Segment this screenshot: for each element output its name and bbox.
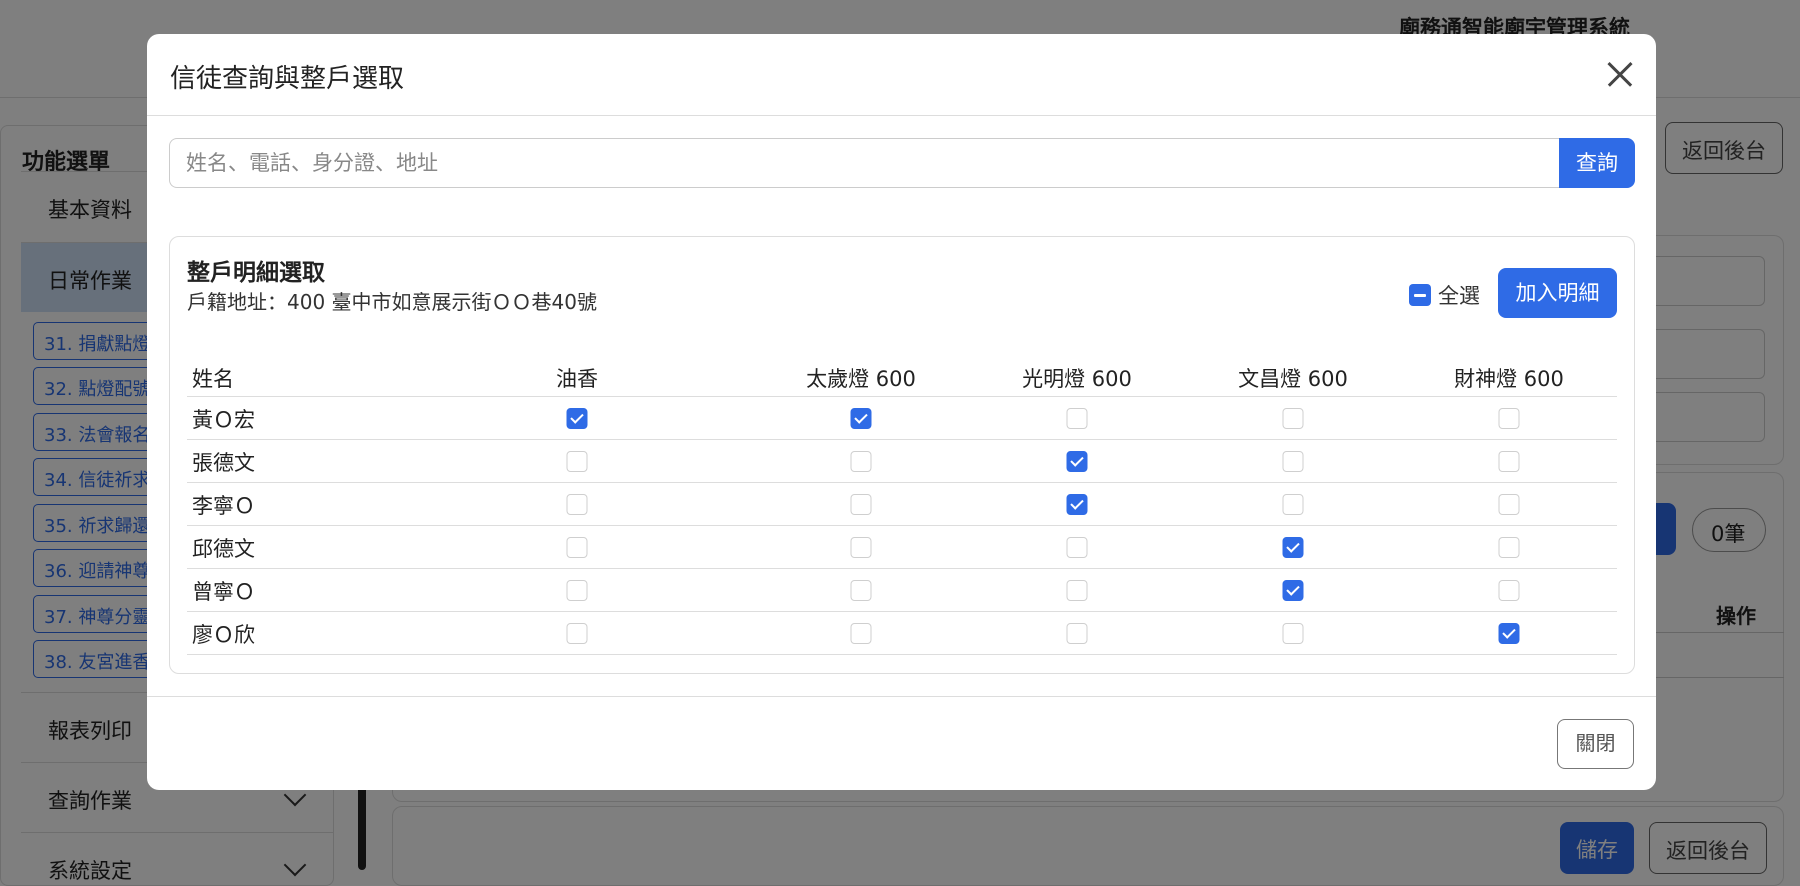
item-checkbox[interactable] bbox=[1282, 580, 1304, 601]
item-checkbox[interactable] bbox=[1066, 408, 1088, 429]
item-checkbox[interactable] bbox=[850, 537, 872, 558]
item-checkbox[interactable] bbox=[1498, 408, 1520, 429]
table-row: 曾寧Ｏ bbox=[187, 569, 1617, 612]
add-details-button[interactable]: 加入明細 bbox=[1498, 268, 1617, 318]
household-card: 整戶明細選取 戶籍地址：400 臺中市如意展示街ＯＯ巷40號 全選 加入明細 姓… bbox=[169, 236, 1635, 674]
item-checkbox[interactable] bbox=[850, 580, 872, 601]
household-address: 戶籍地址：400 臺中市如意展示街ＯＯ巷40號 bbox=[187, 290, 597, 314]
item-checkbox[interactable] bbox=[566, 408, 588, 429]
member-name: 黃Ｏ宏 bbox=[192, 408, 255, 432]
column-header-wenchang-lamp: 文昌燈 600 bbox=[1238, 367, 1348, 391]
item-checkbox[interactable] bbox=[1066, 451, 1088, 472]
modal-title: 信徒查詢與整戶選取 bbox=[170, 64, 405, 94]
indeterminate-checkbox-icon bbox=[1409, 284, 1431, 306]
item-checkbox[interactable] bbox=[850, 494, 872, 515]
column-header-guangming-lamp: 光明燈 600 bbox=[1022, 367, 1132, 391]
item-checkbox[interactable] bbox=[1282, 451, 1304, 472]
close-icon[interactable] bbox=[1600, 54, 1640, 94]
household-title: 整戶明細選取 bbox=[187, 260, 325, 286]
item-checkbox[interactable] bbox=[1282, 537, 1304, 558]
item-checkbox[interactable] bbox=[1066, 537, 1088, 558]
item-checkbox[interactable] bbox=[1282, 623, 1304, 644]
column-header-incense: 油香 bbox=[556, 367, 598, 391]
table-row: 黃Ｏ宏 bbox=[187, 397, 1617, 440]
item-checkbox[interactable] bbox=[850, 408, 872, 429]
modal-footer: 關閉 bbox=[147, 696, 1656, 790]
item-checkbox[interactable] bbox=[566, 580, 588, 601]
search-button[interactable]: 查詢 bbox=[1559, 138, 1635, 188]
item-checkbox[interactable] bbox=[1498, 623, 1520, 644]
item-checkbox[interactable] bbox=[566, 494, 588, 515]
table-row: 邱德文 bbox=[187, 526, 1617, 569]
item-checkbox[interactable] bbox=[1282, 408, 1304, 429]
column-header-caishen-lamp: 財神燈 600 bbox=[1454, 367, 1564, 391]
item-checkbox[interactable] bbox=[566, 623, 588, 644]
table-body: 黃Ｏ宏張德文李寧Ｏ 邱德文曾寧Ｏ 廖Ｏ欣 bbox=[187, 397, 1617, 655]
item-checkbox[interactable] bbox=[1066, 623, 1088, 644]
member-name: 廖Ｏ欣 bbox=[192, 623, 255, 647]
table-row: 張德文 bbox=[187, 440, 1617, 483]
search-input[interactable] bbox=[169, 138, 1560, 188]
item-checkbox[interactable] bbox=[1066, 580, 1088, 601]
item-checkbox[interactable] bbox=[1282, 494, 1304, 515]
modal-header: 信徒查詢與整戶選取 bbox=[147, 34, 1656, 116]
household-table: 姓名 油香 太歲燈 600 光明燈 600 文昌燈 600 財神燈 600 黃Ｏ… bbox=[187, 355, 1617, 655]
table-row: 李寧Ｏ bbox=[187, 483, 1617, 526]
item-checkbox[interactable] bbox=[1066, 494, 1088, 515]
select-all-checkbox[interactable]: 全選 bbox=[1409, 281, 1480, 309]
item-checkbox[interactable] bbox=[850, 623, 872, 644]
member-name: 李寧Ｏ bbox=[192, 494, 255, 518]
search-bar: 查詢 bbox=[169, 138, 1635, 188]
member-search-modal: 信徒查詢與整戶選取 查詢 整戶明細選取 戶籍地址：400 臺中市如意展示街ＯＯ巷… bbox=[147, 34, 1656, 790]
close-button[interactable]: 關閉 bbox=[1557, 719, 1634, 769]
select-all-label: 全選 bbox=[1438, 284, 1480, 308]
item-checkbox[interactable] bbox=[1498, 537, 1520, 558]
column-header-name: 姓名 bbox=[192, 367, 234, 391]
member-name: 邱德文 bbox=[192, 537, 255, 561]
column-header-taisui-lamp: 太歲燈 600 bbox=[806, 367, 916, 391]
table-header: 姓名 油香 太歲燈 600 光明燈 600 文昌燈 600 財神燈 600 bbox=[187, 355, 1617, 397]
member-name: 張德文 bbox=[192, 451, 255, 475]
table-row: 廖Ｏ欣 bbox=[187, 612, 1617, 655]
member-name: 曾寧Ｏ bbox=[192, 580, 255, 604]
item-checkbox[interactable] bbox=[1498, 451, 1520, 472]
item-checkbox[interactable] bbox=[1498, 580, 1520, 601]
item-checkbox[interactable] bbox=[566, 451, 588, 472]
item-checkbox[interactable] bbox=[850, 451, 872, 472]
item-checkbox[interactable] bbox=[1498, 494, 1520, 515]
item-checkbox[interactable] bbox=[566, 537, 588, 558]
